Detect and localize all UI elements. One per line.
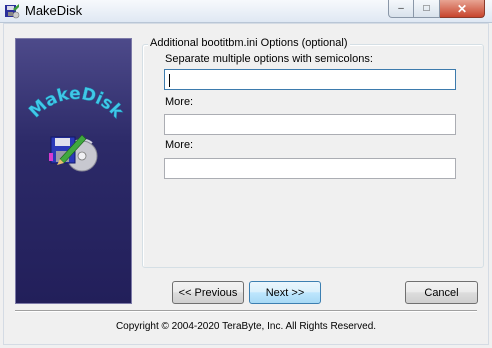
window-title: MakeDisk bbox=[25, 3, 83, 18]
makedisk-logo: MakeDisk bbox=[25, 84, 128, 172]
footer-separator bbox=[15, 310, 477, 312]
options-field-3-label: More: bbox=[165, 139, 194, 151]
close-icon: ✕ bbox=[456, 1, 468, 16]
cancel-button[interactable]: Cancel bbox=[405, 281, 478, 304]
app-icon bbox=[5, 4, 20, 19]
options-input-1[interactable] bbox=[164, 69, 456, 90]
minimize-icon: – bbox=[398, 3, 404, 14]
close-button[interactable]: ✕ bbox=[440, 0, 485, 18]
previous-button[interactable]: << Previous bbox=[172, 281, 244, 304]
side-banner: MakeDisk bbox=[15, 38, 132, 304]
options-field-1-label: Separate multiple options with semicolon… bbox=[165, 53, 373, 65]
logo-text: MakeDisk bbox=[25, 84, 127, 123]
options-input-2[interactable] bbox=[164, 114, 456, 135]
maximize-icon: □ bbox=[423, 3, 430, 14]
options-group-title: Additional bootitbm.ini Options (optiona… bbox=[148, 37, 350, 49]
options-input-3[interactable] bbox=[164, 158, 456, 179]
options-field-2-label: More: bbox=[165, 96, 194, 108]
text-caret bbox=[169, 74, 170, 87]
next-button[interactable]: Next >> bbox=[249, 281, 321, 304]
minimize-button[interactable]: – bbox=[388, 0, 414, 18]
title-bar: MakeDisk – □ ✕ bbox=[0, 0, 492, 23]
copyright-text: Copyright © 2004-2020 TeraByte, Inc. All… bbox=[115, 321, 377, 332]
logo-text-path: MakeDisk bbox=[25, 84, 128, 123]
maximize-button[interactable]: □ bbox=[414, 0, 440, 18]
floppy-disc-icon bbox=[49, 134, 98, 172]
